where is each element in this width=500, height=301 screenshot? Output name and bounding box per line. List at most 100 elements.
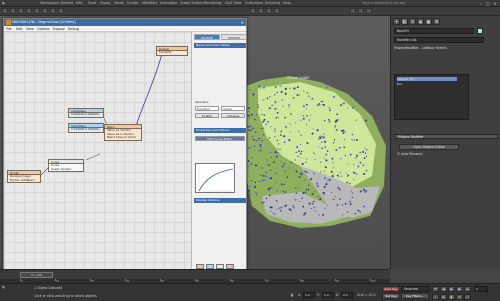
tab-update[interactable]: UPDATE [221,34,246,40]
particle [284,92,287,95]
display-options-section[interactable]: Display Options [194,198,246,203]
prev-frame-icon[interactable]: ◀ [440,286,447,292]
time-slider[interactable]: 0 / 100 [20,272,53,278]
menu-views[interactable]: Views [114,1,124,5]
render-setup-icon[interactable] [350,8,356,14]
render-frame-icon[interactable] [358,8,364,14]
node-blend[interactable]: Blend Value A1 (Vector) Value A1 2 (Vect… [104,124,142,141]
hierarchy-tab-icon[interactable]: ☰ [409,18,416,25]
current-frame-field[interactable]: 0 [474,286,488,292]
maximize-viewport-icon[interactable]: ⤢ [464,294,471,300]
node-input-a[interactable]: InputValue 0.000100 0.200000... [68,108,104,118]
mirror-icon[interactable] [266,8,272,14]
auto-rename-checkbox[interactable]: ☑ Auto Rename [397,152,422,157]
node-curve[interactable]: Curve Curve Scalar (Scalar) [48,159,84,173]
menu-help[interactable]: Help [283,1,291,5]
key-filters-button[interactable]: Key Filters... [401,293,429,299]
node-graph-canvas[interactable]: Output Float4(0) InputValue 0.000100 0.2… [4,32,191,269]
key-mode-dropdown[interactable]: Selected [401,286,429,292]
orbit-icon[interactable]: ↻ [456,294,463,300]
perspective-viewport[interactable]: Count: 24867 MAGMAFLOW - MagmaFlow [Unti… [0,16,390,269]
create-tab-icon[interactable]: ✦ [393,18,400,25]
magma-flow-window[interactable]: MAGMAFLOW - MagmaFlow [Untitled] × File … [3,18,247,269]
object-color-swatch[interactable] [477,28,483,34]
node-input-b[interactable]: InputValue 0.100000 0.200000... [68,123,104,133]
lock-icon[interactable]: 🔒 [290,293,294,297]
name-color-section[interactable]: Name and Color Notes [194,43,246,48]
stack-item[interactable]: Magma_PFT [397,77,457,81]
maximize-icon[interactable]: □ [485,1,491,6]
menu-graph-editors[interactable]: Graph Editors [180,1,203,5]
scale-icon[interactable] [58,8,64,14]
object-name-field[interactable]: Box001 [394,28,474,34]
menu-edit[interactable]: Edit [76,1,83,5]
go-to-start-icon[interactable]: ⏮ [432,286,439,292]
snap-icon[interactable] [250,8,256,14]
stack-item[interactable]: Box [397,82,457,86]
window-close-icon[interactable]: × [241,19,244,26]
set-key-button[interactable]: Set Key [382,293,400,299]
mf-menu-view[interactable]: View [26,27,34,31]
angle-snap-icon[interactable] [258,8,264,14]
properties-section[interactable]: Properties and Actions [194,128,246,133]
align-icon[interactable] [274,8,280,14]
go-to-end-icon[interactable]: ⏭ [464,286,471,292]
menu-customize[interactable]: Customize [245,1,263,5]
search-input[interactable]: Type a keyword or phrase [362,1,406,5]
app-logo-icon[interactable]: ◆ [2,1,5,5]
menu-rendering[interactable]: Rendering [204,1,221,5]
unlink-icon[interactable] [26,8,32,14]
menu-scripting[interactable]: Scripting [265,1,280,5]
maxscript-listener-icon[interactable]: ▤ [2,285,5,289]
modifier-stack[interactable]: Magma_PFT Box [394,74,469,120]
mf-menu-expose[interactable]: Expose [53,27,65,31]
menu-civil-view[interactable]: Civil View [225,1,241,5]
undo-icon[interactable] [2,8,8,14]
particle [261,167,264,169]
pan-icon[interactable]: ✋ [448,294,455,300]
menu-group[interactable]: Group [100,1,110,5]
magma-modifier-rollout[interactable]: Magma Modifier [394,134,498,139]
next-frame-icon[interactable]: ▶ [456,286,463,292]
x-coord-field[interactable]: 0.0 [303,292,315,298]
play-icon[interactable]: ▶ [448,286,455,292]
redo-icon[interactable] [10,8,16,14]
display-tab-icon[interactable]: ▣ [425,18,432,25]
open-magma-editor-button[interactable]: Open Magma Editor [399,144,459,150]
modify-tab-icon[interactable]: ◐ [401,18,408,25]
menu-modifiers[interactable]: Modifiers [142,1,157,5]
mf-menu-edit[interactable]: Edit [16,27,22,31]
node-output[interactable]: Output Float4(0) [156,46,188,56]
menu-tools[interactable]: Tools [88,1,96,5]
rotate-icon[interactable] [50,8,56,14]
modifier-list-dropdown[interactable]: Modifier List [394,37,484,43]
zoom-icon[interactable]: ⌕ [432,294,439,300]
curve-preview[interactable] [195,163,235,193]
workspace-selector[interactable]: Workspace: Default [40,1,73,5]
zoom-all-icon[interactable]: ⊞ [440,294,447,300]
menu-animation[interactable]: Animation [160,1,177,5]
magma-flow-titlebar[interactable]: MAGMAFLOW - MagmaFlow [Untitled] × [4,19,246,26]
tab-editor[interactable]: EDITOR [194,34,220,40]
collapse-button[interactable]: Collapse [221,113,245,118]
y-coord-field[interactable]: 0.0 [322,292,334,298]
mf-menu-debug[interactable]: Debug [68,27,79,31]
close-icon[interactable]: × [492,1,498,6]
z-coord-field[interactable]: 0.0 [341,292,353,298]
auto-key-button[interactable]: Auto Key [382,286,400,292]
link-icon[interactable] [18,8,24,14]
edit-curve-button[interactable]: Edit Curve Editor [195,136,245,141]
select-icon[interactable] [34,8,40,14]
operator-dropdown[interactable]: Curve [221,106,245,111]
node-divide[interactable]: Divide Dividend (Age) Divisor (LifeSpan) [7,170,41,184]
category-dropdown[interactable]: Function [195,106,219,111]
minimize-icon[interactable]: – [478,1,484,6]
mf-menu-file[interactable]: File [6,27,12,31]
move-icon[interactable] [42,8,48,14]
motion-tab-icon[interactable]: ◉ [417,18,424,25]
menu-create[interactable]: Create [127,1,138,5]
mf-menu-options[interactable]: Options [37,27,50,31]
render-icon[interactable] [366,8,372,14]
utilities-tab-icon[interactable]: ⚒ [433,18,440,25]
enable-button[interactable]: Enable [195,113,219,118]
